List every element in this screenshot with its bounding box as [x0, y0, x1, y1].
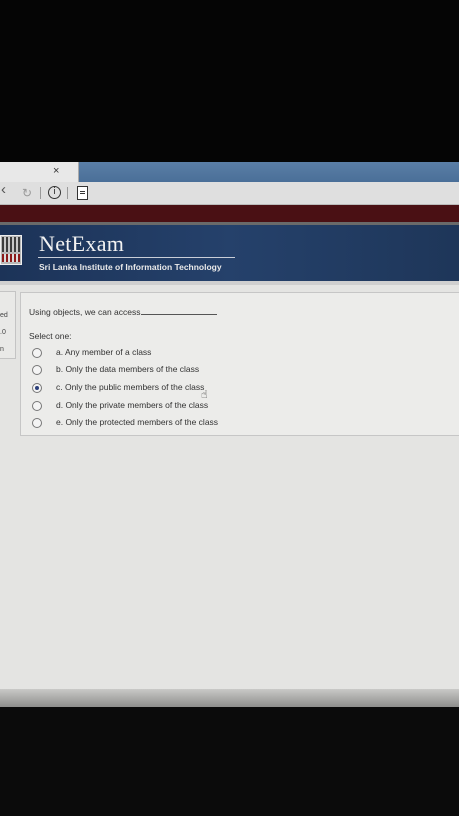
answer-option-a[interactable]: a. Any member of a class — [32, 347, 332, 361]
reload-icon[interactable]: ↻ — [22, 185, 32, 201]
option-label[interactable]: e. Only the protected members of the cla… — [56, 417, 218, 427]
site-topbar — [0, 205, 459, 222]
toolbar-divider — [40, 187, 41, 199]
browser-screen: × ‹ ↻ i NetExam Sri Lanka Institute of I… — [0, 162, 459, 707]
answer-blank — [140, 306, 217, 315]
question-text: Using objects, we can access — [29, 306, 217, 317]
question-panel: Using objects, we can access Select one:… — [20, 292, 459, 436]
radio-button[interactable] — [32, 365, 42, 375]
screen-bottom-edge — [0, 689, 459, 707]
answer-option-d[interactable]: d. Only the private members of the class — [32, 400, 332, 414]
back-icon[interactable]: ‹ — [1, 182, 6, 198]
browser-toolbar: ‹ ↻ i — [0, 182, 459, 205]
info-icon[interactable]: i — [48, 186, 61, 199]
hand-cursor-icon: ☝ — [201, 388, 208, 401]
radio-button[interactable] — [32, 348, 42, 358]
site-banner: NetExam Sri Lanka Institute of Informati… — [0, 225, 459, 285]
institute-subtitle: Sri Lanka Institute of Information Techn… — [39, 262, 222, 272]
question-info-sidebar: ed .0 n — [0, 291, 16, 431]
option-label[interactable]: b. Only the data members of the class — [56, 364, 199, 374]
brand-title: NetExam — [39, 231, 125, 256]
close-icon[interactable]: × — [53, 165, 59, 177]
tab-strip: × — [0, 162, 459, 182]
option-label[interactable]: d. Only the private members of the class — [56, 400, 208, 410]
sidebar-fragment: n — [0, 346, 4, 353]
question-prompt: Using objects, we can access — [29, 307, 141, 317]
option-label[interactable]: a. Any member of a class — [56, 347, 151, 357]
option-label[interactable]: c. Only the public members of the class — [56, 382, 204, 392]
radio-button[interactable] — [32, 418, 42, 428]
answer-option-c[interactable]: c. Only the public members of the class — [32, 382, 332, 396]
answer-option-e[interactable]: e. Only the protected members of the cla… — [32, 417, 332, 431]
radio-button-selected[interactable] — [32, 383, 42, 393]
radio-button[interactable] — [32, 401, 42, 411]
brand-divider — [38, 257, 235, 258]
select-one-label: Select one: — [29, 331, 72, 341]
browser-tab[interactable]: × — [0, 162, 79, 182]
sliit-logo — [0, 235, 22, 265]
answer-option-b[interactable]: b. Only the data members of the class — [32, 364, 332, 378]
page-icon[interactable] — [77, 186, 88, 200]
toolbar-divider — [67, 187, 68, 199]
sidebar-fragment: .0 — [0, 329, 6, 336]
monitor-bezel — [0, 707, 459, 816]
sidebar-fragment: ed — [0, 312, 8, 319]
